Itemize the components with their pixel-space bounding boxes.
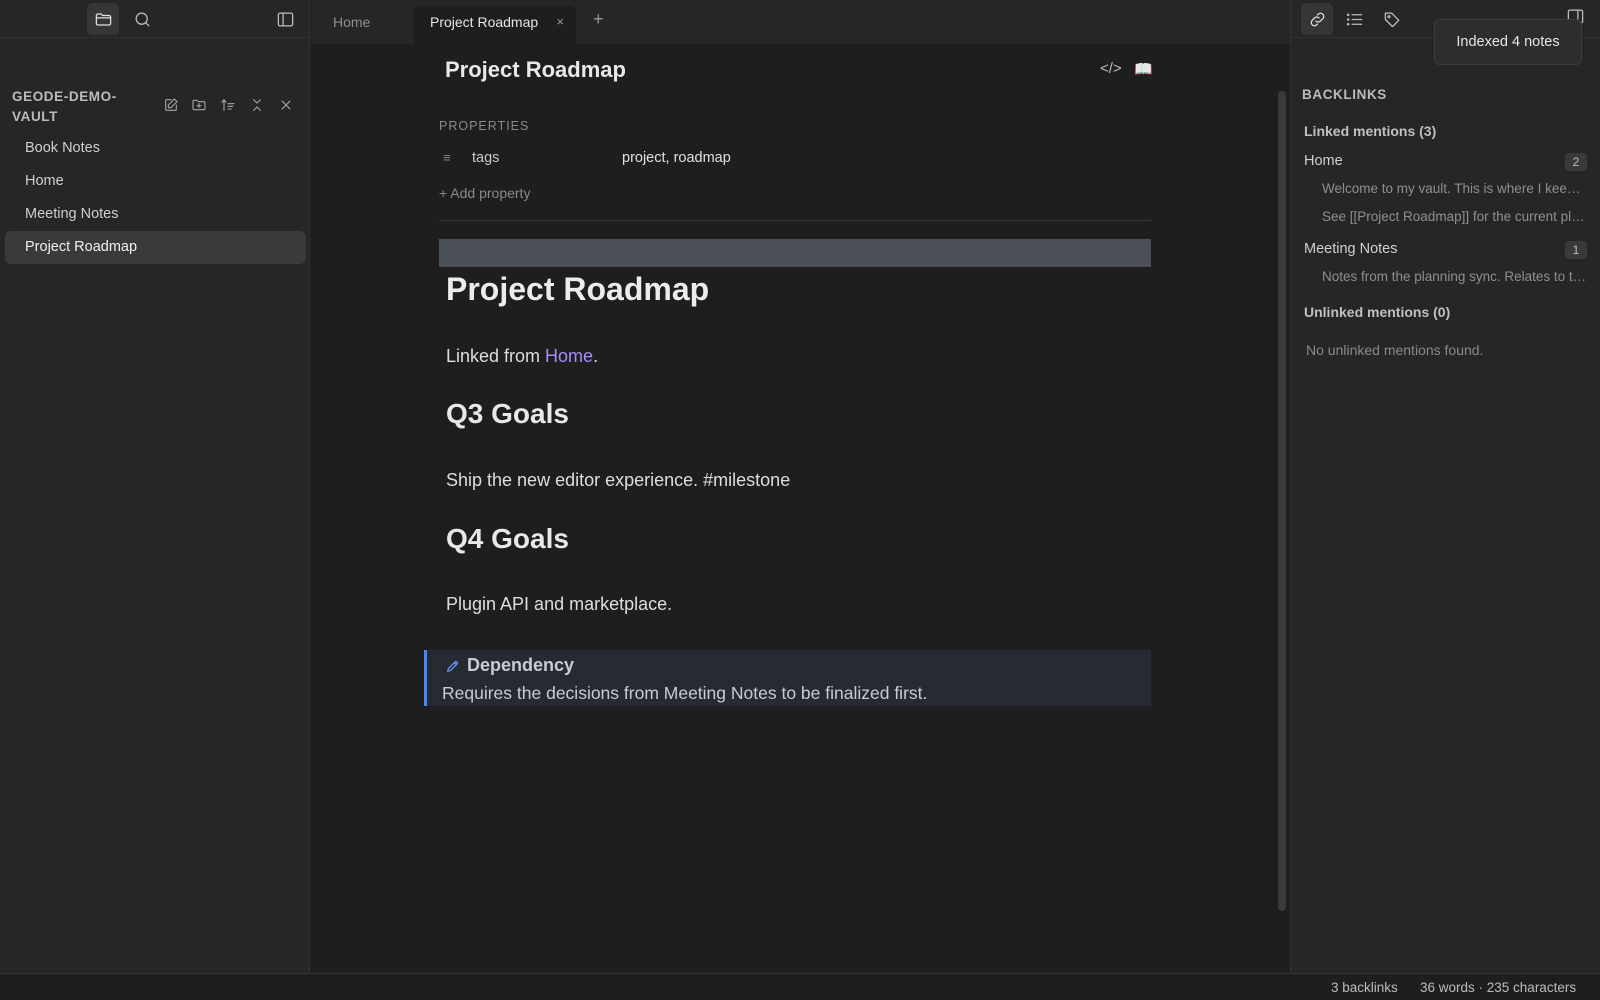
linked-prefix-text: Linked from xyxy=(446,346,546,366)
tags-icon[interactable] xyxy=(1376,3,1408,35)
dependency-callout: Dependency Requires the decisions from M… xyxy=(424,650,1151,706)
vault-name[interactable]: GEODE-DEMO-VAULT xyxy=(12,87,142,127)
property-key[interactable]: tags xyxy=(472,150,499,166)
backlinks-heading: BACKLINKS xyxy=(1302,87,1387,102)
left-sidebar-toolbar xyxy=(0,0,309,38)
q3-paragraph: Ship the new editor experience. #milesto… xyxy=(446,470,791,490)
editor-pane[interactable]: Project Roadmap </> 📖 PROPERTIES ≡ tags … xyxy=(311,44,1290,973)
property-row-tags[interactable]: ≡ tags project, roadmap xyxy=(439,148,1151,172)
backlink-note-home[interactable]: Home xyxy=(1304,153,1343,169)
search-icon[interactable] xyxy=(126,3,158,35)
tab-close-icon[interactable]: × xyxy=(556,6,564,38)
backlink-snippet[interactable]: See [[Project Roadmap]] for the current … xyxy=(1322,209,1587,224)
banner-strip xyxy=(439,239,1151,267)
file-item-home[interactable]: Home xyxy=(5,165,306,198)
new-tab-button[interactable]: + xyxy=(593,9,604,30)
add-property-button[interactable]: + Add property xyxy=(439,185,530,201)
unlinked-empty-text: No unlinked mentions found. xyxy=(1306,342,1484,358)
q4-paragraph: Plugin API and marketplace. xyxy=(446,594,673,614)
vault-header: GEODE-DEMO-VAULT xyxy=(0,84,310,128)
new-folder-icon[interactable] xyxy=(188,94,210,116)
callout-title[interactable]: Dependency xyxy=(445,655,574,676)
source-mode-icon[interactable]: </> xyxy=(1100,60,1122,77)
sidebar-toggle-icon[interactable] xyxy=(269,3,301,35)
outline-icon[interactable] xyxy=(1338,3,1370,35)
close-icon[interactable] xyxy=(275,94,297,116)
sort-icon[interactable] xyxy=(217,94,239,116)
folder-icon[interactable] xyxy=(87,3,119,35)
list-icon: ≡ xyxy=(443,150,451,165)
new-note-icon[interactable] xyxy=(160,94,182,116)
heading-q4-goals: Q4 Goals xyxy=(446,523,569,554)
right-sidebar: BACKLINKS Linked mentions (3) Home 2 Wel… xyxy=(1290,0,1600,973)
heading-h1: Project Roadmap xyxy=(446,271,710,307)
status-word-count[interactable]: 36 words · 235 characters xyxy=(1420,980,1576,995)
linked-mentions-header[interactable]: Linked mentions (3) xyxy=(1304,123,1436,139)
heading-q3-goals: Q3 Goals xyxy=(446,398,569,429)
note-title[interactable]: Project Roadmap xyxy=(445,57,626,83)
tab-project-roadmap[interactable]: Project Roadmap × xyxy=(414,6,576,44)
callout-title-text: Dependency xyxy=(467,655,575,675)
backlink-note-meeting-notes[interactable]: Meeting Notes xyxy=(1304,241,1398,257)
home-link[interactable]: Home xyxy=(545,346,593,366)
file-item-meeting-notes[interactable]: Meeting Notes xyxy=(5,198,306,231)
tab-bar: Home Project Roadmap × + xyxy=(311,0,1290,44)
backlink-snippet[interactable]: Notes from the planning sync. Relates to… xyxy=(1322,269,1587,284)
left-sidebar: GEODE-DEMO-VAULT Book Notes Home Meeting… xyxy=(0,0,310,973)
status-backlinks[interactable]: 3 backlinks xyxy=(1331,980,1398,995)
backlink-snippet[interactable]: Welcome to my vault. This is where I kee… xyxy=(1322,181,1587,196)
tab-home[interactable]: Home xyxy=(333,6,370,38)
editor-scrollbar[interactable] xyxy=(1278,91,1286,911)
tab-label: Project Roadmap xyxy=(430,14,539,30)
unlinked-mentions-header[interactable]: Unlinked mentions (0) xyxy=(1304,304,1450,320)
reading-mode-icon[interactable]: 📖 xyxy=(1134,60,1153,78)
file-tree: Book Notes Home Meeting Notes Project Ro… xyxy=(5,132,306,264)
index-toast: Indexed 4 notes xyxy=(1434,19,1582,65)
backlink-count-home: 2 xyxy=(1565,153,1587,171)
file-item-project-roadmap[interactable]: Project Roadmap xyxy=(5,231,306,264)
properties-heading: PROPERTIES xyxy=(439,119,530,133)
properties-divider xyxy=(439,220,1151,221)
file-item-book-notes[interactable]: Book Notes xyxy=(5,132,306,165)
backlink-count-meeting-notes: 1 xyxy=(1565,241,1587,259)
status-bar: 3 backlinks 36 words · 235 characters xyxy=(0,973,1600,1000)
linked-suffix-text: . xyxy=(593,346,599,366)
linked-from-paragraph: Linked from Home. xyxy=(446,346,598,367)
callout-body: Requires the decisions from Meeting Note… xyxy=(442,683,928,703)
link-icon[interactable] xyxy=(1301,3,1333,35)
pencil-icon xyxy=(447,660,459,672)
property-value[interactable]: project, roadmap xyxy=(622,150,731,166)
collapse-icon[interactable] xyxy=(246,94,268,116)
